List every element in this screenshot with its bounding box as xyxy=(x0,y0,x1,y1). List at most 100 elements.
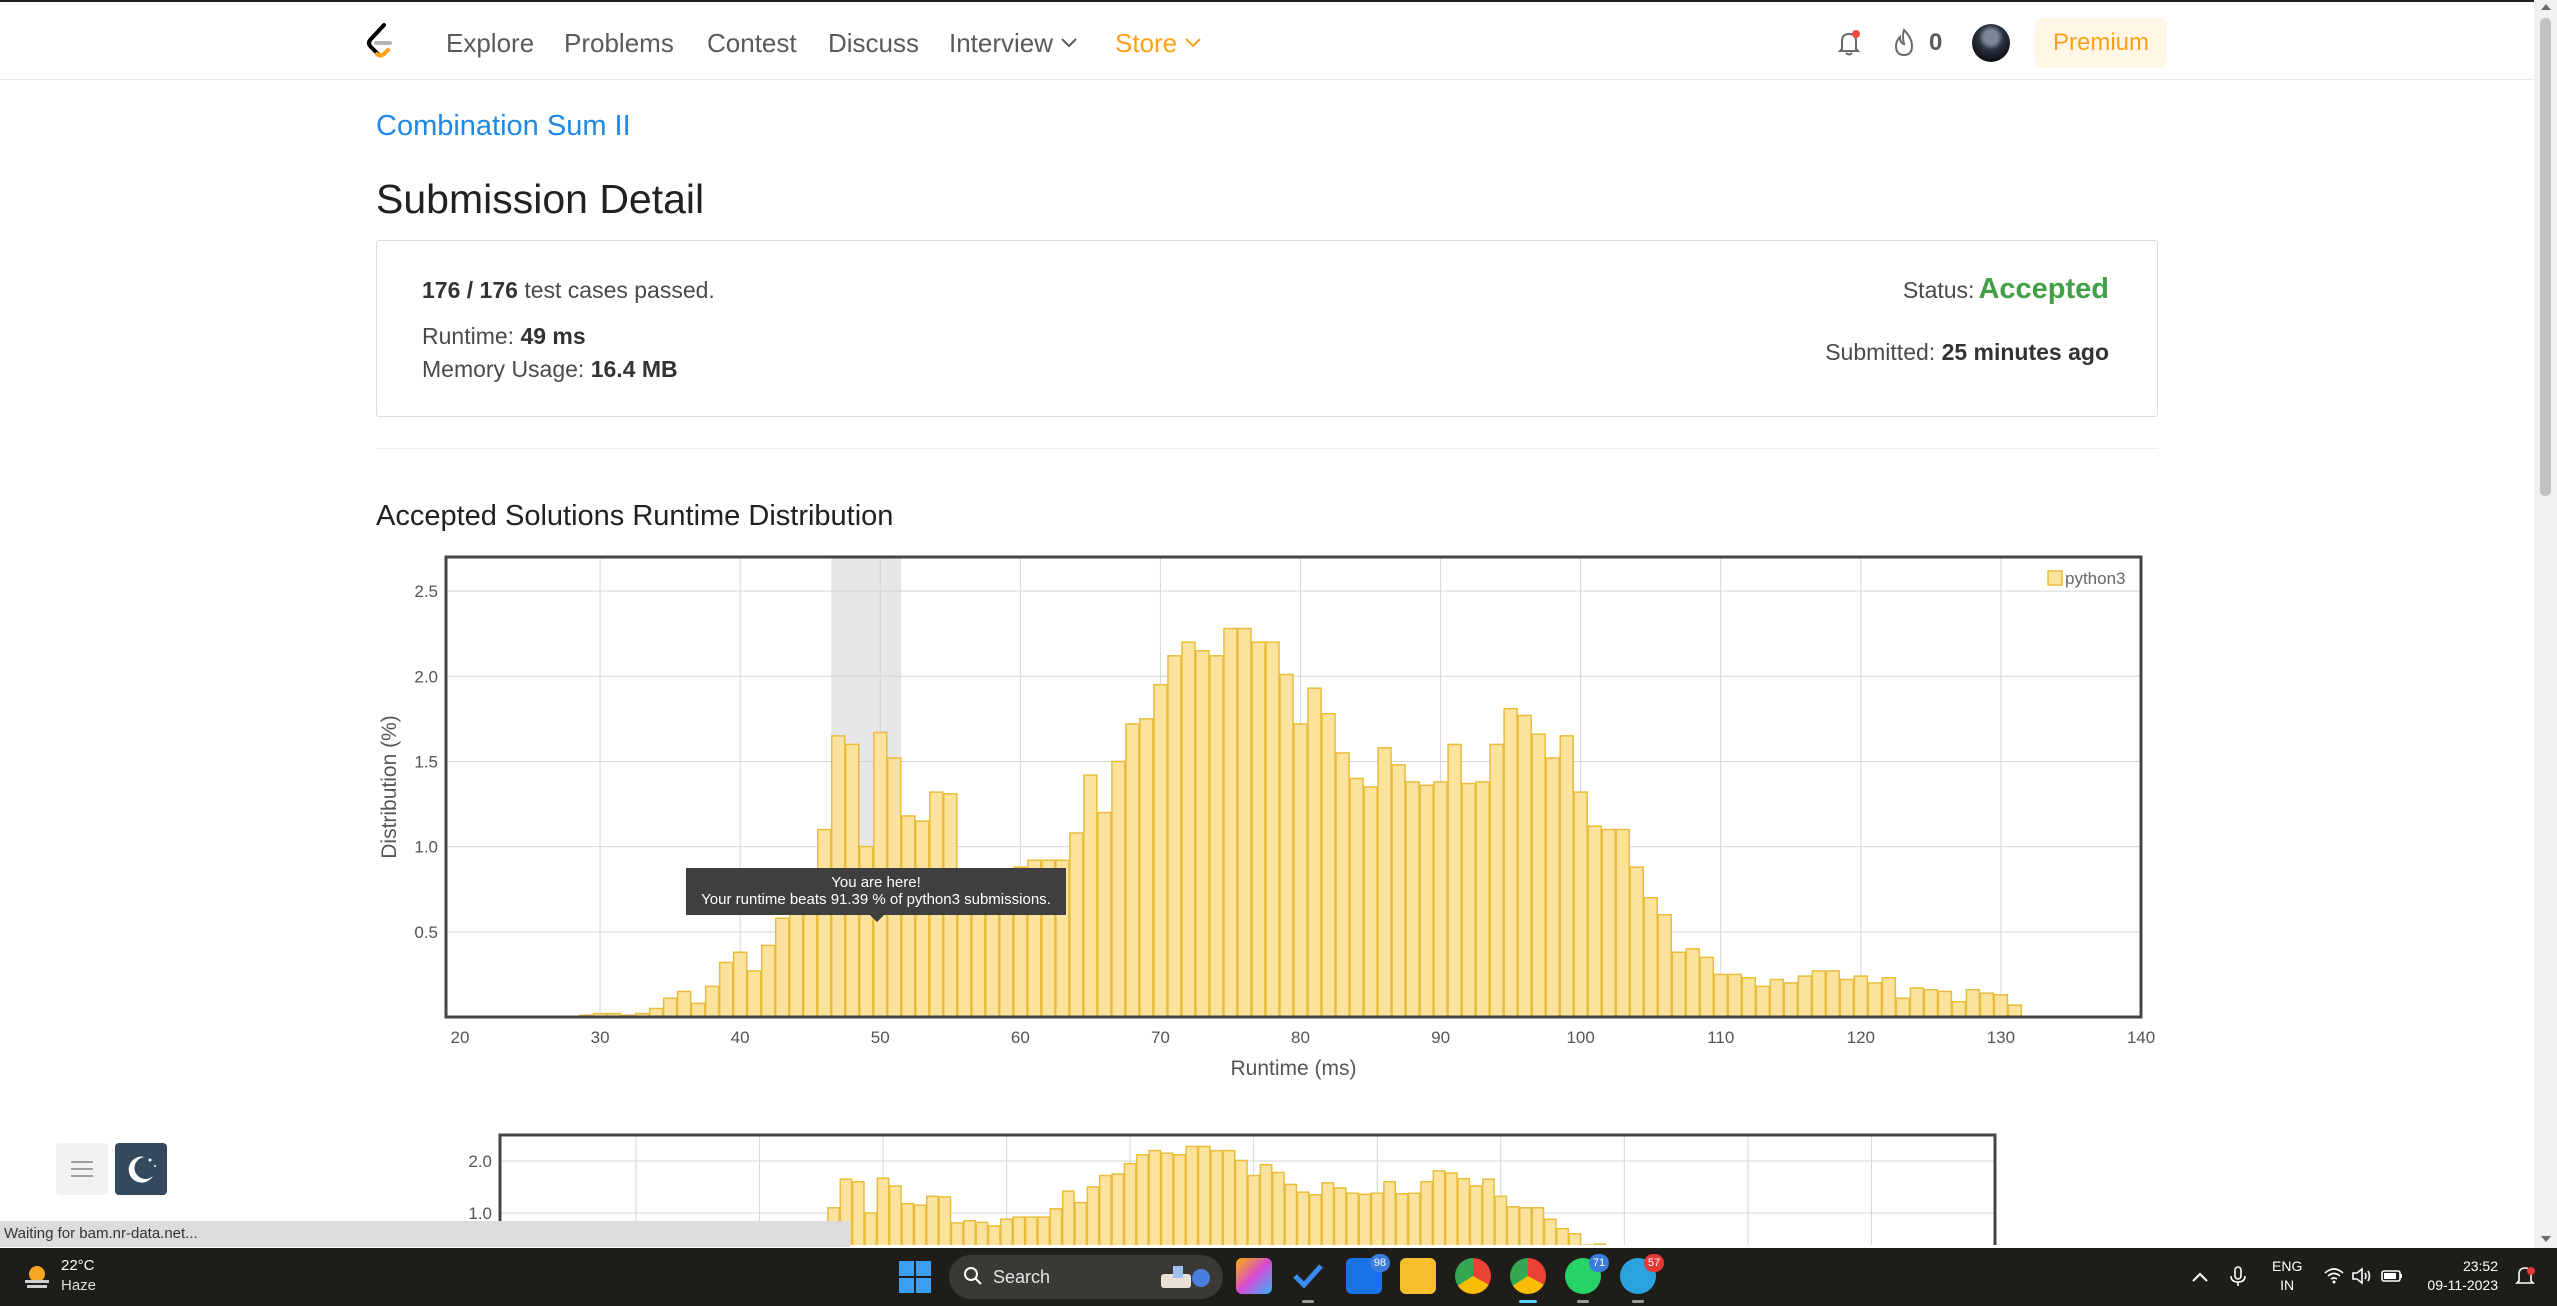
windows-start-icon[interactable] xyxy=(899,1261,931,1293)
chart-bar xyxy=(1482,1178,1495,1245)
chrome-icon[interactable] xyxy=(1455,1258,1491,1294)
chart-bar xyxy=(1727,973,1743,1018)
chart-bar xyxy=(746,970,762,1018)
chart-bar xyxy=(718,961,734,1018)
chart-bar xyxy=(1000,1218,1013,1245)
chart-bar xyxy=(1405,781,1420,1018)
chart-bar xyxy=(1349,777,1364,1018)
chart-bar xyxy=(1475,781,1490,1018)
tray-chevron-up-icon[interactable] xyxy=(2192,1266,2208,1287)
problem-title-link[interactable]: Combination Sum II xyxy=(376,110,631,143)
submitted-line: Submitted: 25 minutes ago xyxy=(1825,339,2109,366)
chart-bar xyxy=(1853,975,1869,1018)
whatsapp-icon[interactable]: 71 xyxy=(1565,1254,1609,1303)
weather-temp[interactable]: 22°C xyxy=(61,1257,95,1274)
chart-bar xyxy=(1061,1190,1075,1245)
x-tick-label: 110 xyxy=(1707,1028,1734,1047)
chart-bar xyxy=(1494,1195,1508,1245)
chart-bar xyxy=(1965,988,1981,1018)
active-indicator xyxy=(1519,1300,1537,1303)
scroll-up-arrow-icon[interactable] xyxy=(2541,4,2551,10)
nav-explore[interactable]: Explore xyxy=(446,28,534,59)
chart-bar xyxy=(1363,786,1378,1018)
chart-bar xyxy=(950,1222,964,1245)
nav-problems[interactable]: Problems xyxy=(564,28,674,59)
chart-bar xyxy=(1069,832,1084,1018)
weather-desc[interactable]: Haze xyxy=(61,1277,96,1294)
weather-haze-icon[interactable] xyxy=(20,1260,54,1294)
chart-bar xyxy=(1755,985,1771,1018)
telegram-icon[interactable]: 57 xyxy=(1620,1254,1664,1303)
menu-bar xyxy=(71,1161,93,1163)
nav-contest[interactable]: Contest xyxy=(707,28,797,59)
chart-bar xyxy=(1699,956,1714,1018)
streak-flame-icon[interactable] xyxy=(1890,28,1918,58)
todo-check-icon[interactable] xyxy=(1290,1258,1326,1303)
chart-bar xyxy=(1222,1149,1236,1245)
microphone-icon[interactable] xyxy=(2226,1264,2250,1288)
x-tick-label: 60 xyxy=(1011,1028,1030,1047)
chart-bar xyxy=(1811,970,1827,1018)
x-tick-label: 80 xyxy=(1291,1028,1310,1047)
chart-bar xyxy=(676,990,692,1018)
dark-mode-toggle[interactable] xyxy=(115,1143,167,1195)
volume-icon[interactable] xyxy=(2350,1264,2374,1288)
menu-button[interactable] xyxy=(56,1143,108,1195)
chart-bar xyxy=(690,1002,706,1018)
chart-bar xyxy=(1506,1206,1520,1245)
test-cases-count: 176 / 176 xyxy=(422,277,518,303)
tooltip-text: Your runtime beats 91.39 % of python3 su… xyxy=(701,891,1051,908)
chart-bar xyxy=(1937,990,1953,1018)
chart-bar xyxy=(1259,1163,1273,1245)
region-code: IN xyxy=(2280,1277,2295,1293)
active-indicator xyxy=(1577,1300,1589,1303)
chrome-profile-icon[interactable] xyxy=(1510,1258,1546,1303)
premium-button[interactable]: Premium xyxy=(2035,18,2167,68)
y-tick-label: 1.0 xyxy=(414,838,438,857)
chart-bar xyxy=(774,917,790,1018)
chart-tooltip: You are here! Your runtime beats 91.39 %… xyxy=(686,868,1066,915)
status-badge: Accepted xyxy=(1978,273,2109,305)
taskbar-search[interactable]: Search xyxy=(949,1255,1223,1299)
chart-bar xyxy=(1391,764,1406,1018)
status-label: Status: xyxy=(1902,277,1975,303)
chart-bar xyxy=(926,1195,939,1245)
chart-bar xyxy=(1265,641,1280,1018)
chart-bar xyxy=(1769,978,1785,1018)
chart-bar xyxy=(2007,1004,2023,1018)
nav-store[interactable]: Store xyxy=(1115,28,1201,59)
chart-bar xyxy=(1012,1216,1026,1245)
submitted-value: 25 minutes ago xyxy=(1941,339,2109,365)
menu-bar xyxy=(71,1168,93,1170)
moon-icon xyxy=(128,1156,156,1183)
chart-bar xyxy=(1593,1243,1607,1245)
chart-bar xyxy=(1489,743,1504,1018)
chart-bar xyxy=(1457,1177,1471,1245)
avatar[interactable] xyxy=(1972,24,2010,62)
chart-bar xyxy=(1125,723,1140,1018)
chart-bar xyxy=(1279,673,1294,1018)
chart-bar xyxy=(1251,641,1266,1018)
language-indicator[interactable]: ENG IN xyxy=(2272,1257,2302,1295)
scrollbar-thumb[interactable] xyxy=(2540,18,2551,496)
scroll-down-arrow-icon[interactable] xyxy=(2541,1236,2551,1242)
battery-icon[interactable] xyxy=(2380,1264,2404,1288)
chart-bar xyxy=(1615,828,1630,1018)
page-scrollbar[interactable] xyxy=(2534,0,2557,1248)
wifi-icon[interactable] xyxy=(2322,1264,2346,1288)
system-clock[interactable]: 23:52 09-11-2023 xyxy=(2422,1257,2498,1295)
chart-bar xyxy=(1049,1208,1063,1245)
file-explorer-icon[interactable] xyxy=(1400,1258,1436,1294)
nav-interview[interactable]: Interview xyxy=(949,28,1077,59)
bell-icon[interactable] xyxy=(1834,28,1864,58)
start-tile xyxy=(899,1278,914,1293)
copilot-icon[interactable] xyxy=(1236,1258,1272,1294)
chart-bar xyxy=(732,951,748,1018)
chart-bar xyxy=(1867,982,1883,1018)
leetcode-logo[interactable] xyxy=(364,22,396,62)
runtime-distribution-chart[interactable]: 0.5 1.0 1.5 2.0 2.5 20 30 40 50 60 70 80 90 100 110 120… xyxy=(370,550,2170,1090)
nav-discuss[interactable]: Discuss xyxy=(828,28,919,59)
active-indicator xyxy=(1302,1300,1314,1303)
outlook-icon[interactable]: 98 xyxy=(1346,1254,1390,1294)
notification-bell-icon[interactable] xyxy=(2512,1263,2538,1289)
